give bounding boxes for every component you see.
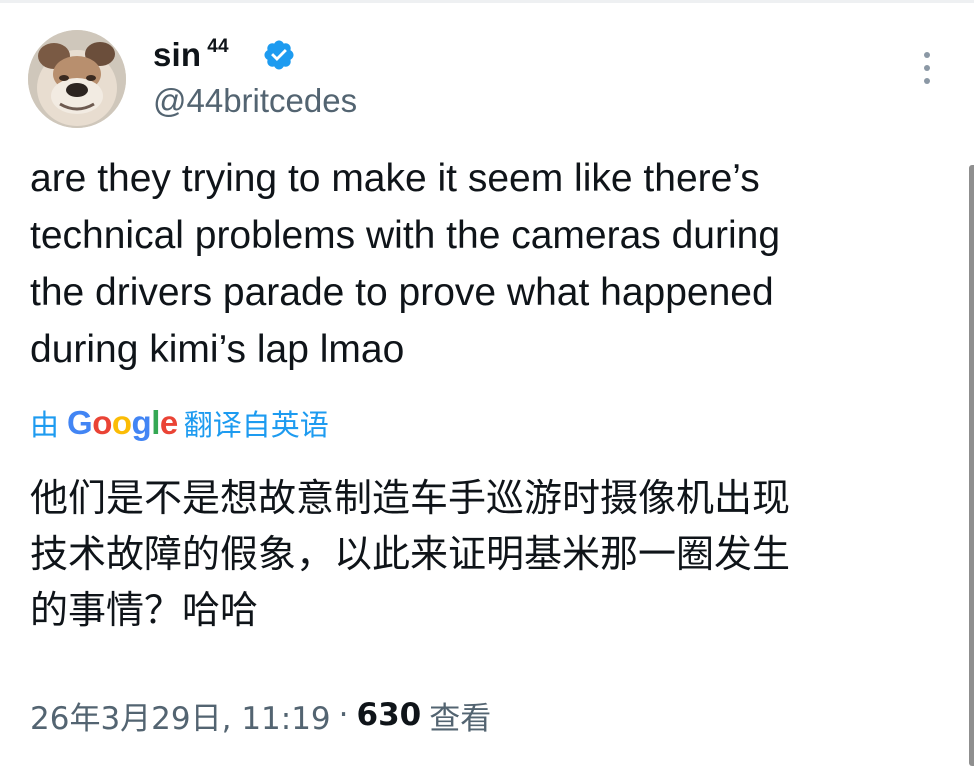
more-dot [924,78,930,84]
user-handle[interactable]: @44britcedes [153,82,357,120]
more-dot [924,52,930,58]
scrollbar[interactable] [969,165,974,766]
google-logo: Google [67,404,178,441]
avatar[interactable] [28,30,126,128]
more-dot [924,65,930,71]
timestamp[interactable]: 26年3月29日, 11:19 [30,693,331,738]
translation-attribution[interactable]: 由 Google 翻译自英语 [30,400,329,446]
meta-separator: · [338,697,349,733]
top-divider [0,0,974,3]
translation-prefix: 由 [30,410,60,442]
more-vertical-icon[interactable] [916,48,938,88]
display-name-superscript: 44 [207,36,229,57]
display-name-text: sin [153,36,202,73]
verified-badge-icon[interactable] [262,38,296,72]
display-name[interactable]: sin 44 [153,36,229,74]
bulldog-avatar-icon [28,30,126,128]
translation-suffix: 翻译自英语 [183,410,329,442]
tweet-meta: 26年3月29日, 11:19 · 630 查看 [30,690,491,740]
views-count: 630 [356,697,422,733]
translated-text: 他们是不是想故意制造车手巡游时摄像机出现 技术故障的假象，以此来证明基米那一圈发… [30,476,791,632]
views-label: 查看 [429,700,492,737]
tweet-text: are they trying to make it seem like the… [30,157,781,371]
